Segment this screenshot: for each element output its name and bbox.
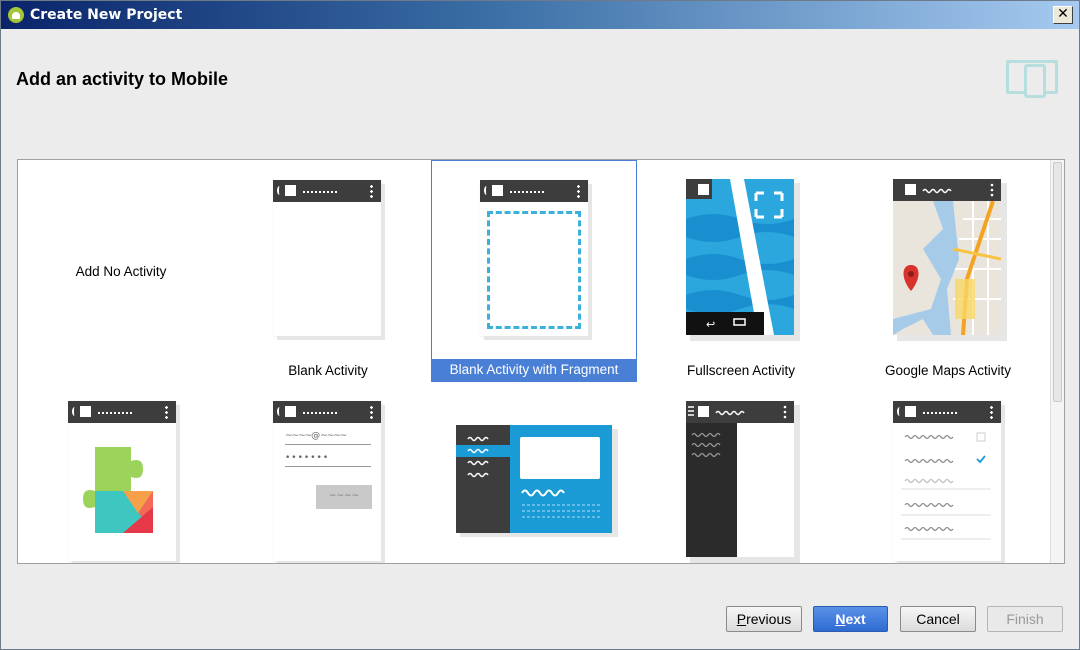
tile-add-no-activity[interactable]: Add No Activity <box>18 160 224 382</box>
scrollbar-thumb[interactable] <box>1053 162 1062 402</box>
google-maps-preview <box>893 179 1007 341</box>
tile-navigation-drawer[interactable] <box>638 382 844 563</box>
play-services-preview <box>68 401 176 561</box>
master-detail-preview <box>456 425 618 537</box>
fullscreen-preview: ↩ <box>686 179 800 341</box>
blank-activity-preview <box>273 180 381 336</box>
create-project-dialog: Create New Project ✕ Add an activity to … <box>0 0 1080 650</box>
tile-label: Blank Activity with Fragment <box>432 359 636 381</box>
play-puzzle-icon <box>83 447 153 533</box>
settings-list <box>901 432 991 540</box>
action-bar <box>893 401 1001 423</box>
next-label: ext <box>845 611 866 627</box>
previous-mnemonic: P <box>736 611 747 627</box>
tile-google-play-services[interactable] <box>18 382 224 563</box>
action-bar <box>273 401 381 423</box>
next-button[interactable]: Next <box>813 606 888 632</box>
tile-blank-activity[interactable]: Blank Activity <box>225 160 431 382</box>
navigation-drawer-preview <box>686 401 800 563</box>
previous-label: revious <box>746 611 792 627</box>
close-button[interactable]: ✕ <box>1053 6 1073 24</box>
action-bar <box>273 180 381 202</box>
svg-text:↩: ↩ <box>706 318 715 331</box>
settings-preview <box>893 401 1001 561</box>
tile-master-detail-flow[interactable] <box>431 382 637 563</box>
action-bar <box>68 401 176 423</box>
tile-label: Blank Activity <box>288 363 368 378</box>
fragment-placeholder <box>487 211 581 329</box>
sign-in-button: ~~~~ <box>316 485 372 509</box>
login-preview: ~~~~@~~~~ ••••••• ~~~~ <box>273 401 381 561</box>
previous-button[interactable]: Previous <box>726 606 802 632</box>
tile-settings-activity[interactable] <box>845 382 1051 563</box>
finish-button[interactable]: Finish <box>987 606 1063 632</box>
tile-google-maps-activity[interactable]: Google Maps Activity <box>845 160 1051 382</box>
tile-label: Add No Activity <box>75 264 167 279</box>
tile-label: Google Maps Activity <box>884 363 1012 378</box>
header <box>2 30 1078 158</box>
cancel-button[interactable]: Cancel <box>900 606 976 632</box>
email-field: ~~~~@~~~~ <box>285 431 371 445</box>
action-bar <box>480 180 588 202</box>
tile-blank-activity-with-fragment[interactable]: Blank Activity with Fragment <box>431 160 637 382</box>
tile-login-activity[interactable]: ~~~~@~~~~ ••••••• ~~~~ <box>225 382 431 563</box>
at-sign: @ <box>311 431 321 441</box>
window-title: Create New Project <box>30 7 183 23</box>
tile-fullscreen-activity[interactable]: ↩ Fullscreen Activity <box>638 160 844 382</box>
tile-label: Fullscreen Activity <box>686 363 796 378</box>
android-studio-icon <box>8 7 24 23</box>
activity-gallery[interactable]: Add No Activity Blank Activity Blank Act… <box>17 159 1065 564</box>
fragment-preview <box>480 180 588 336</box>
page-title: Add an activity to Mobile <box>16 69 229 89</box>
gallery-scrollbar[interactable] <box>1050 160 1064 563</box>
title-bar[interactable]: Create New Project ✕ <box>1 1 1079 29</box>
mobile-device-icon <box>1006 60 1058 98</box>
next-mnemonic: N <box>835 611 846 627</box>
password-field: ••••••• <box>285 453 371 467</box>
